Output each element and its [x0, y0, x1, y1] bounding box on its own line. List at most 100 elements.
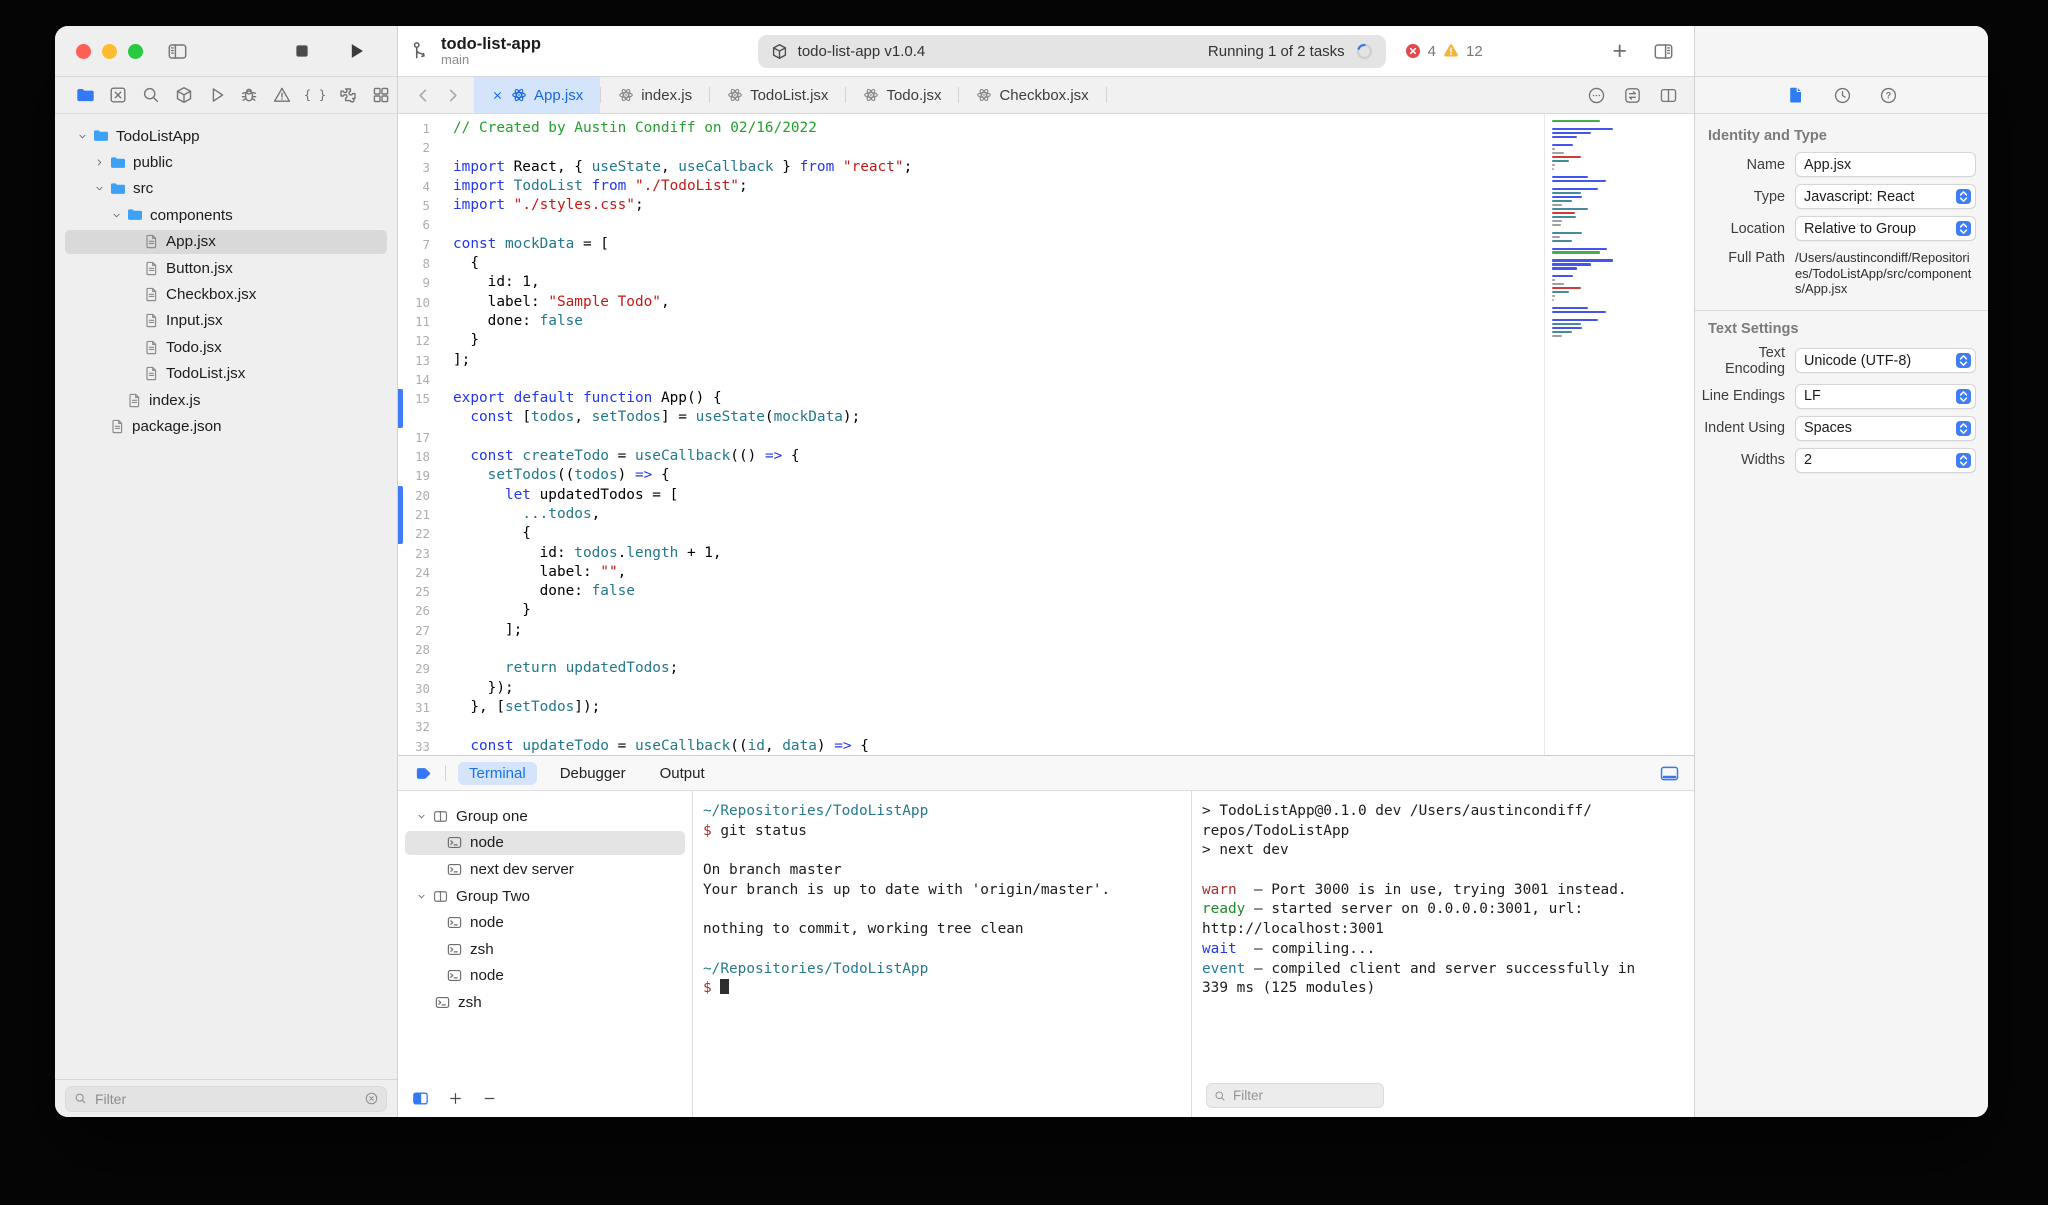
tab-output[interactable]: Output: [649, 762, 716, 785]
close-window-button[interactable]: [76, 43, 91, 59]
code-line-30[interactable]: 30 });: [398, 679, 1694, 698]
session-Group-one[interactable]: Group one: [398, 803, 692, 830]
tree-item-TodoList.jsx[interactable]: TodoList.jsx: [55, 361, 397, 387]
code-line-4[interactable]: 4 import TodoList from "./TodoList";: [398, 177, 1694, 196]
tree-item-Button.jsx[interactable]: Button.jsx: [55, 255, 397, 281]
setting-select[interactable]: 2: [1795, 447, 1976, 473]
editor-tab-TodoList.jsx[interactable]: TodoList.jsx: [710, 77, 845, 113]
run-button[interactable]: [345, 40, 367, 62]
code-line-26[interactable]: 26 }: [398, 601, 1694, 620]
navigate-back-icon[interactable]: [414, 86, 433, 105]
navigator-tab-play[interactable]: [200, 80, 233, 110]
navigator-tab-source-control[interactable]: [102, 80, 135, 110]
inspector-file-tab-icon[interactable]: [1786, 85, 1806, 105]
code-line-32[interactable]: 32: [398, 717, 1694, 736]
terminal-filter-input[interactable]: [1231, 1087, 1377, 1104]
tree-item-TodoListApp[interactable]: TodoListApp: [55, 123, 397, 149]
chevron-right-icon[interactable]: [93, 156, 106, 169]
code-line-15[interactable]: 15 export default function App() {: [398, 389, 1694, 408]
code-line-12[interactable]: 12 }: [398, 331, 1694, 350]
minimap[interactable]: [1544, 114, 1694, 755]
setting-select[interactable]: Spaces: [1795, 415, 1976, 441]
activity-status-pill[interactable]: todo-list-app v1.0.4 Running 1 of 2 task…: [757, 34, 1386, 68]
code-line-14[interactable]: 14: [398, 370, 1694, 389]
code-line-5[interactable]: 5 import "./styles.css";: [398, 196, 1694, 215]
code-line-21[interactable]: 21 ...todos,: [398, 505, 1694, 524]
code-line-16[interactable]: const [todos, setTodos] = useState(mockD…: [398, 408, 1694, 427]
add-session-icon[interactable]: [447, 1090, 464, 1107]
session-node[interactable]: node: [398, 963, 692, 990]
chevron-down-icon[interactable]: [76, 130, 89, 143]
issue-counters[interactable]: 4 12: [1404, 42, 1483, 60]
editor-swap-file-icon[interactable]: [1623, 86, 1642, 105]
tree-item-src[interactable]: src: [55, 176, 397, 202]
select-stepper-icon[interactable]: [1955, 220, 1972, 237]
chevron-down-icon[interactable]: [93, 182, 106, 195]
sidebar-filter-field[interactable]: [65, 1085, 387, 1112]
chevron-down-icon[interactable]: [415, 810, 428, 823]
location-select[interactable]: Relative to Group: [1795, 216, 1976, 241]
type-select[interactable]: Javascript: React: [1795, 184, 1976, 209]
code-line-18[interactable]: 18 const createTodo = useCallback(() => …: [398, 447, 1694, 466]
session-zsh[interactable]: zsh: [398, 936, 692, 963]
tree-item-Todo.jsx[interactable]: Todo.jsx: [55, 334, 397, 360]
code-line-13[interactable]: 13];: [398, 351, 1694, 370]
code-line-25[interactable]: 25 done: false: [398, 582, 1694, 601]
code-line-6[interactable]: 6: [398, 215, 1694, 234]
code-line-27[interactable]: 27 ];: [398, 621, 1694, 640]
code-line-22[interactable]: 22 {: [398, 524, 1694, 543]
editor-tab-index.js[interactable]: index.js: [601, 77, 709, 113]
code-line-10[interactable]: 10 label: "Sample Todo",: [398, 293, 1694, 312]
tree-item-Input.jsx[interactable]: Input.jsx: [55, 308, 397, 334]
editor-split-view-icon[interactable]: [1659, 86, 1678, 105]
navigator-tab-package[interactable]: [167, 80, 200, 110]
code-line-2[interactable]: 2: [398, 138, 1694, 157]
navigator-tab-warning[interactable]: [266, 80, 299, 110]
tree-item-public[interactable]: public: [55, 149, 397, 175]
tab-terminal[interactable]: Terminal: [458, 761, 537, 785]
select-stepper-icon[interactable]: [1955, 452, 1972, 469]
code-line-11[interactable]: 11 done: false: [398, 312, 1694, 331]
terminal-output-2[interactable]: > TodoListApp@0.1.0 dev /Users/austincon…: [1192, 791, 1694, 1117]
session-Group-Two[interactable]: Group Two: [398, 883, 692, 910]
tree-item-App.jsx[interactable]: App.jsx: [55, 229, 397, 255]
code-line-20[interactable]: 20 let updatedTodos = [: [398, 486, 1694, 505]
code-line-1[interactable]: 1 // Created by Austin Condiff on 02/16/2…: [398, 119, 1694, 138]
editor-tab-Todo.jsx[interactable]: Todo.jsx: [846, 77, 958, 113]
filter-clear-icon[interactable]: [364, 1091, 379, 1106]
editor-tab-Checkbox.jsx[interactable]: Checkbox.jsx: [959, 77, 1105, 113]
setting-select[interactable]: LF: [1795, 383, 1976, 409]
code-editor[interactable]: 1 // Created by Austin Condiff on 02/16/2…: [398, 114, 1694, 755]
name-field[interactable]: App.jsx: [1795, 152, 1976, 177]
remove-session-icon[interactable]: [481, 1090, 498, 1107]
select-stepper-icon[interactable]: [1955, 388, 1972, 405]
minimize-window-button[interactable]: [102, 43, 117, 59]
select-stepper-icon[interactable]: [1955, 188, 1972, 205]
navigator-tab-search[interactable]: [135, 80, 168, 110]
code-line-7[interactable]: 7 const mockData = [: [398, 235, 1694, 254]
code-line-23[interactable]: 23 id: todos.length + 1,: [398, 544, 1694, 563]
toggle-console-icon[interactable]: [1659, 763, 1680, 784]
code-line-28[interactable]: 28: [398, 640, 1694, 659]
inspector-history-tab-icon[interactable]: [1833, 86, 1852, 105]
stop-button[interactable]: [291, 40, 313, 62]
tree-item-components[interactable]: components: [55, 202, 397, 228]
split-terminal-icon[interactable]: [411, 1089, 430, 1108]
tree-item-package.json[interactable]: package.json: [55, 413, 397, 439]
code-line-17[interactable]: 17: [398, 428, 1694, 447]
toggle-right-sidebar-icon[interactable]: [1653, 41, 1674, 62]
navigator-tab-bug[interactable]: [233, 80, 266, 110]
terminal-filter-field[interactable]: [1206, 1083, 1384, 1108]
code-line-8[interactable]: 8 {: [398, 254, 1694, 273]
session-next-dev-server[interactable]: next dev server: [398, 856, 692, 883]
select-stepper-icon[interactable]: [1955, 420, 1972, 437]
session-node[interactable]: node: [398, 909, 692, 936]
tree-item-index.js[interactable]: index.js: [55, 387, 397, 413]
navigator-tab-braces[interactable]: { }: [299, 80, 332, 110]
chevron-down-icon[interactable]: [110, 209, 123, 222]
code-line-9[interactable]: 9 id: 1,: [398, 273, 1694, 292]
navigator-tab-folder[interactable]: [69, 80, 102, 110]
navigate-forward-icon[interactable]: [443, 86, 462, 105]
tab-debugger[interactable]: Debugger: [549, 762, 637, 785]
terminal-output-1[interactable]: ~/Repositories/TodoListApp $ git status On…: [693, 791, 1192, 1117]
